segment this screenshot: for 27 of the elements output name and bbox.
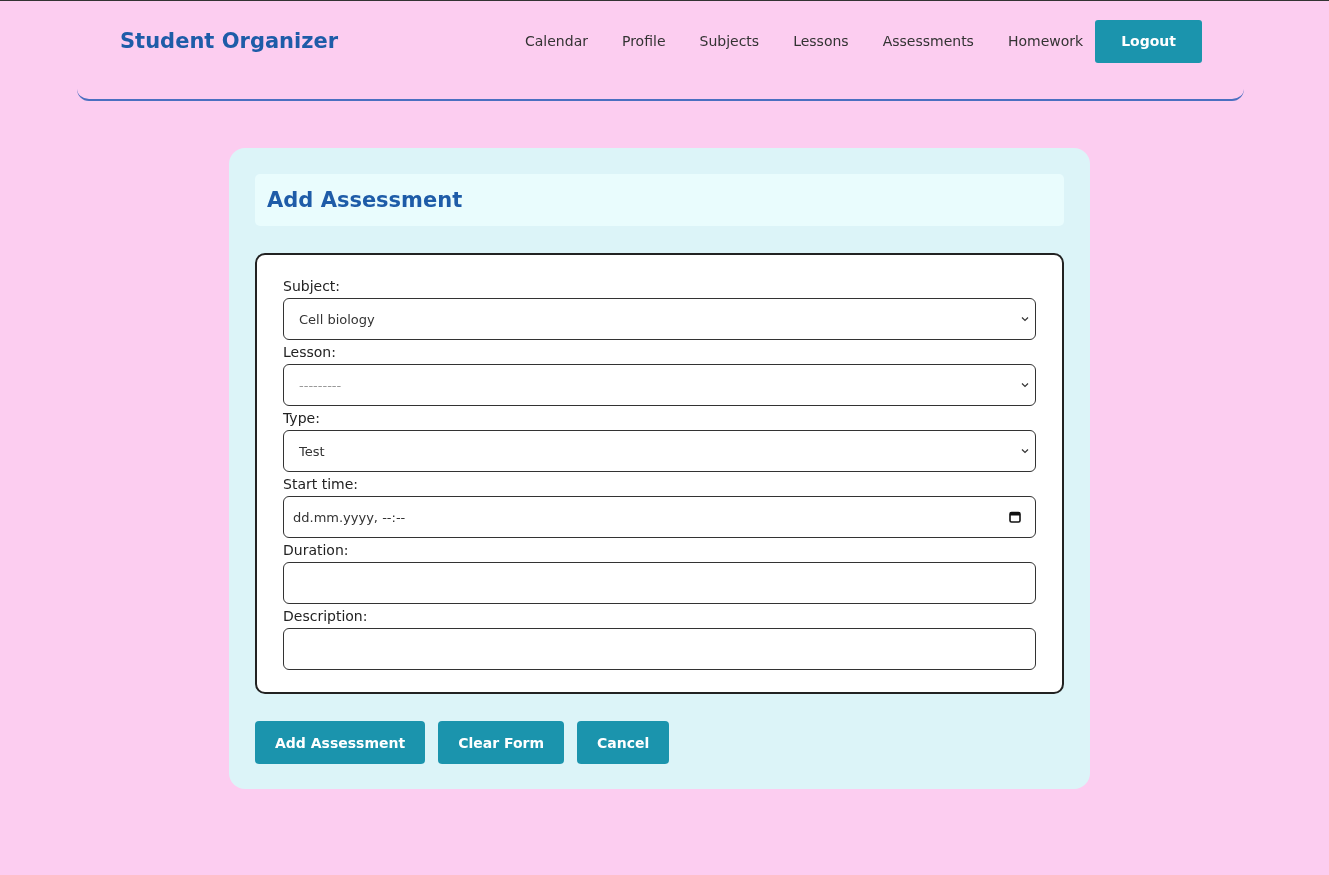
calendar-icon[interactable] xyxy=(1009,511,1021,523)
logout-button[interactable]: Logout xyxy=(1095,19,1202,63)
field-label: Subject: xyxy=(283,278,342,294)
select-field[interactable]: Test xyxy=(283,430,1036,472)
field-label: Type: xyxy=(283,410,321,426)
input-field[interactable] xyxy=(283,562,1036,604)
brand-title[interactable]: Student Organizer xyxy=(120,29,339,53)
form-button[interactable]: Cancel xyxy=(577,721,670,764)
nav-link[interactable]: Profile xyxy=(621,33,666,49)
field-label: Start time: xyxy=(283,476,359,492)
field-label: Description: xyxy=(283,608,369,624)
chevron-down-icon xyxy=(1021,382,1029,388)
nav-link[interactable]: Homework xyxy=(1007,33,1084,49)
chevron-down-icon xyxy=(1021,448,1029,454)
form-title: Add Assessment xyxy=(255,174,1064,226)
form-button[interactable]: Clear Form xyxy=(438,721,565,764)
nav-link[interactable]: Assessments xyxy=(882,33,974,49)
input-field[interactable] xyxy=(283,628,1036,670)
field-label: Duration: xyxy=(283,542,350,558)
datetime-field[interactable]: dd.mm.yyyy, --:-- xyxy=(283,496,1036,538)
field-label: Lesson: xyxy=(283,344,337,360)
nav-link[interactable]: Lessons xyxy=(793,33,849,49)
nav-link[interactable]: Calendar xyxy=(525,33,588,49)
chevron-down-icon xyxy=(1021,316,1029,322)
nav-link[interactable]: Subjects xyxy=(699,33,760,49)
form-button[interactable]: Add Assessment xyxy=(255,721,426,764)
select-field[interactable]: Cell biology xyxy=(283,298,1036,340)
